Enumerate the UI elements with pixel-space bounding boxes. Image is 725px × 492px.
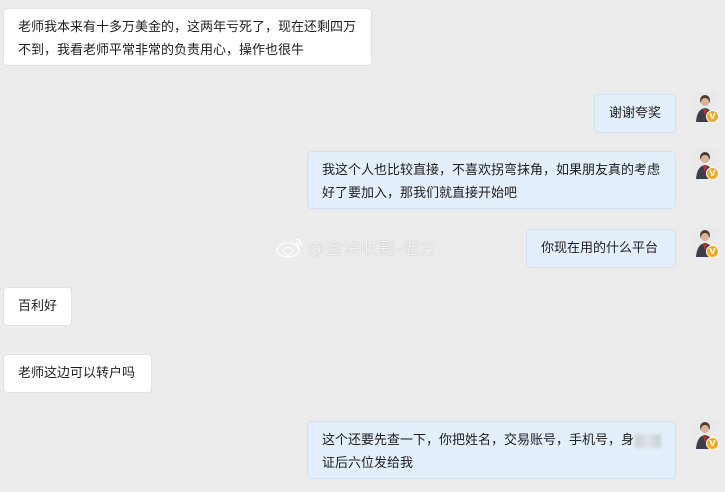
watermark-text: @金油收割-老方 <box>308 239 438 259</box>
message-text: 你现在用的什么平台 <box>541 241 659 256</box>
message-bubble-received: 老师这边可以转户吗 <box>3 354 152 393</box>
message-bubble-sent: 谢谢夸奖 <box>594 94 676 133</box>
message-text: 百利好 <box>18 299 58 314</box>
message-text: 谢谢夸奖 <box>609 106 662 121</box>
weibo-icon <box>276 237 302 258</box>
message-text: 老师我本来有十多万美金的，这两年亏死了，现在还剩四万不到，我看老师平常非常的负责… <box>18 20 357 58</box>
verified-badge: V <box>706 245 719 258</box>
message-text: 这个还要先查一下，你把姓名，交易账号，手机号，身 <box>322 433 635 448</box>
message-text: 我这个人也比较直接，不喜欢拐弯抹角，如果朋友真的考虑好了要加入，那我们就直接开始… <box>322 163 661 201</box>
message-bubble-sent: 这个还要先查一下，你把姓名，交易账号，手机号，身 证后六位发给我 <box>307 421 676 479</box>
avatar[interactable]: V <box>693 92 719 123</box>
verified-badge: V <box>706 437 719 450</box>
watermark: @金油收割-老方 <box>276 234 437 259</box>
message-bubble-sent: 你现在用的什么平台 <box>526 229 676 268</box>
verified-badge: V <box>706 110 719 123</box>
avatar[interactable]: V <box>693 419 719 450</box>
verified-badge: V <box>706 167 719 180</box>
message-text: 老师这边可以转户吗 <box>18 366 136 381</box>
redacted-blur <box>635 433 662 448</box>
message-text: 证后六位发给我 <box>322 456 414 471</box>
avatar[interactable]: V <box>693 227 719 258</box>
avatar[interactable]: V <box>693 149 719 180</box>
message-bubble-received: 老师我本来有十多万美金的，这两年亏死了，现在还剩四万不到，我看老师平常非常的负责… <box>3 8 372 66</box>
message-bubble-received: 百利好 <box>3 287 72 326</box>
message-bubble-sent: 我这个人也比较直接，不喜欢拐弯抹角，如果朋友真的考虑好了要加入，那我们就直接开始… <box>307 151 676 209</box>
